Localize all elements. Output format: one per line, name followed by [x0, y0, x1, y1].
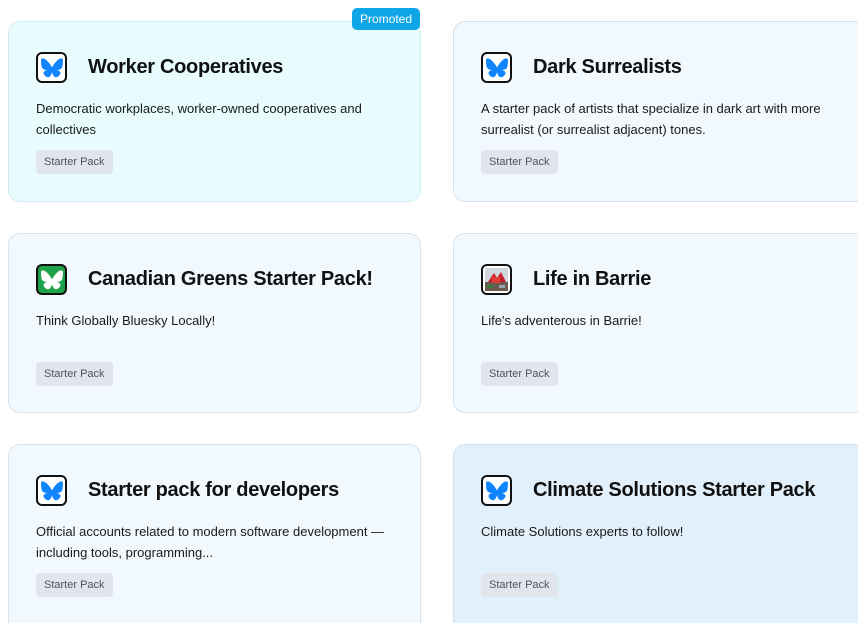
card-description: Official accounts related to modern soft…	[36, 524, 385, 560]
photo-avatar-icon	[481, 264, 512, 295]
starter-pack-card[interactable]: Starter pack for developers Official acc…	[8, 444, 421, 623]
promoted-badge: Promoted	[351, 8, 420, 30]
card-description: Think Globally Bluesky Locally!	[36, 313, 216, 328]
butterfly-icon	[481, 52, 512, 83]
card-header: Worker Cooperatives	[36, 52, 283, 83]
butterfly-icon	[36, 475, 67, 506]
starter-pack-badge: Starter Pack	[481, 362, 558, 386]
card-title: Life in Barrie	[533, 268, 652, 290]
starter-pack-card[interactable]: Climate Solutions Starter Pack Climate S…	[453, 444, 858, 623]
card-description: Democratic workplaces, worker-owned coop…	[36, 101, 362, 137]
card-header: Climate Solutions Starter Pack	[481, 475, 816, 506]
starter-pack-card[interactable]: Dark Surrealists A starter pack of artis…	[453, 21, 858, 202]
card-title: Starter pack for developers	[88, 479, 339, 501]
starter-pack-badge: Starter Pack	[481, 573, 558, 597]
starter-pack-card[interactable]: Canadian Greens Starter Pack! Think Glob…	[8, 233, 421, 413]
starter-pack-card[interactable]: Life in Barrie Life's adventerous in Bar…	[453, 233, 858, 413]
card-header: Starter pack for developers	[36, 475, 339, 506]
starter-pack-badge: Starter Pack	[481, 150, 558, 174]
butterfly-icon	[36, 52, 67, 83]
card-header: Life in Barrie	[481, 264, 651, 295]
green-butterfly-icon	[36, 264, 67, 295]
card-title: Worker Cooperatives	[88, 56, 284, 78]
card-title: Dark Surrealists	[533, 56, 682, 78]
card-title: Climate Solutions Starter Pack	[533, 479, 816, 501]
starter-pack-badge: Starter Pack	[36, 362, 113, 386]
card-description: Life's adventerous in Barrie!	[481, 313, 642, 328]
butterfly-icon	[481, 475, 512, 506]
card-header: Dark Surrealists	[481, 52, 682, 83]
card-description: Climate Solutions experts to follow!	[481, 524, 684, 539]
starter-pack-badge: Starter Pack	[36, 573, 113, 597]
card-title: Canadian Greens Starter Pack!	[88, 268, 373, 290]
starter-pack-card[interactable]: Promoted Worker Cooperatives Democratic …	[8, 8, 421, 202]
starter-pack-badge: Starter Pack	[36, 150, 113, 174]
card-description: A starter pack of artists that specializ…	[481, 101, 821, 137]
card-header: Canadian Greens Starter Pack!	[36, 264, 373, 295]
starter-pack-grid: Promoted Worker Cooperatives Democratic …	[0, 0, 858, 623]
